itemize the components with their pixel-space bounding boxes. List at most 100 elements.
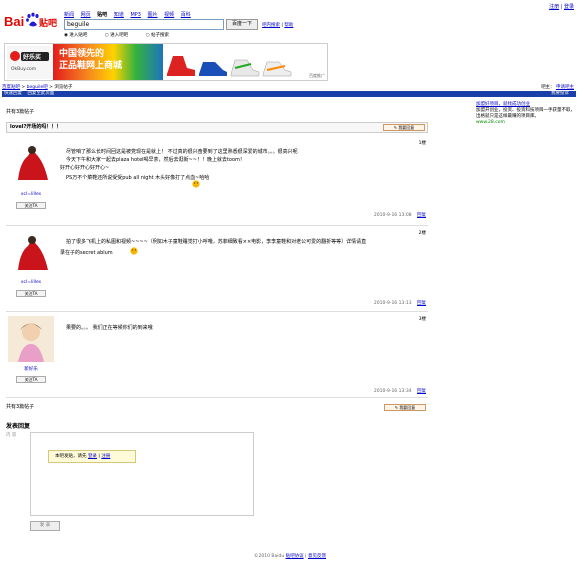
feedback-link[interactable]: 意见反馈	[308, 554, 326, 559]
crumb-page: 浏览帖子	[54, 85, 73, 90]
reply-button-bottom[interactable]: ✎ 我要回复	[384, 404, 426, 411]
floor-number: 1楼	[418, 141, 426, 146]
breadcrumb: 百度贴吧 > beguile吧 > 浏览帖子 吧主： 申请吧主	[2, 85, 574, 90]
post-content: 果要的。。。 我们正在等候你们的到来哦	[66, 324, 416, 332]
apply-owner-link[interactable]: 申请吧主	[556, 85, 574, 90]
login-tip: 本吧发贴，请先 登录 | 注册	[48, 450, 136, 463]
radio-enter-bars[interactable]: ○ 进入吧吧	[105, 33, 136, 38]
ad-headline-line1: 中国领先的	[59, 49, 105, 59]
post-meta: 2010-9-16 13:34 回复	[374, 388, 426, 394]
reply-section-title: 发表回复	[6, 423, 31, 430]
nav-video[interactable]: 视频	[164, 12, 174, 18]
crumb-home[interactable]: 百度贴吧	[2, 85, 20, 90]
nav-tabs: 新闻 网页 贴吧 知道 MP3 图片 视频 百科	[64, 11, 196, 18]
quick-reply-link[interactable]: 快速回复	[4, 91, 22, 96]
radio-label: 帖子搜索	[150, 33, 169, 38]
post-time: 2010-9-16 13:13	[373, 301, 412, 306]
search-mode-radios: ◉ 进入贴吧 ○ 进入吧吧 ○ 帖子搜索	[64, 32, 185, 38]
post-line: 拍了很多飞机上的私图和视频~~~~（例如木子童鞋睡觉打小呼噜，苏菲细致看××电影…	[66, 239, 367, 245]
post-line: 尽管咱了那么长时间回这是被党现在是就上！ 不过真的很兴奋要到了这里熟悉很深爱的城…	[66, 149, 298, 155]
tip-register-link[interactable]: 注册	[101, 454, 110, 459]
search-input[interactable]: beguile	[64, 19, 224, 30]
thread-title-bar: lovel?开场的吗！！！ ✎ 我要回复	[6, 122, 428, 133]
post-time: 2010-9-16 13:08	[373, 213, 412, 218]
complain-link[interactable]: 我要投诉	[551, 91, 569, 97]
smiley-icon	[192, 180, 200, 188]
reply-link[interactable]: 回复	[417, 301, 426, 306]
copyright: ©2010 Baidu	[253, 554, 285, 559]
nav-tieba[interactable]: 贴吧	[97, 12, 107, 18]
svg-text:OkBuy.com: OkBuy.com	[11, 66, 36, 72]
register-link[interactable]: 注册	[549, 4, 559, 10]
post-meta: 2010-9-16 13:08 回复	[374, 212, 426, 218]
username[interactable]: 新好乐	[6, 366, 56, 372]
post: 新好乐 关注TA 3楼 果要的。。。 我们正在等候你们的到来哦 2010-9-1…	[6, 312, 428, 398]
content-label: 内 容	[6, 433, 17, 438]
post-line: PS万不个菜鞋还所说受受pub all night 木头好像打了点血~哈哈	[66, 175, 210, 181]
radio-post-search[interactable]: ○ 帖子搜索	[146, 33, 177, 38]
post-line: 录在子的secret ablum	[60, 250, 113, 256]
help-link[interactable]: 帮助	[284, 23, 293, 28]
avatar[interactable]	[8, 230, 54, 276]
nav-mp3[interactable]: MP3	[130, 12, 141, 18]
floor-number: 3楼	[418, 317, 426, 322]
post-line: 今天下午和大家一起去plaza hotel喝早茶，然后去逛街~~！！晚上就去to…	[66, 157, 245, 163]
bottom-bar: 共有3篇帖子 ✎ 我要回复	[6, 403, 428, 414]
radio-label: 进入吧吧	[110, 33, 129, 38]
bar-owner-label: 吧主：	[541, 85, 555, 90]
baidu-tieba-logo[interactable]: Bai 贴吧	[4, 10, 60, 32]
ad-shoes-image	[167, 56, 292, 77]
reply-link[interactable]: 回复	[417, 213, 426, 218]
reply-button-label: 我要回复	[398, 125, 415, 130]
side-ad[interactable]: 加盟好项目，就找成功创业 加盟开创业，投资、投资科技项目一手获量不取，出格就只是…	[476, 102, 576, 126]
crumb-bar[interactable]: beguile吧	[27, 85, 48, 90]
top-links: 注册 | 登录	[549, 4, 574, 10]
follow-button[interactable]: 关注TA	[16, 376, 46, 383]
post: xcl=lilles 关注TA 2楼 拍了很多飞机上的私图和视频~~~~（例如木…	[6, 226, 428, 312]
tip-separator: |	[98, 454, 100, 459]
terms-link[interactable]: 贴吧协议	[286, 554, 304, 559]
action-bar: 快速回复 回复至此页面 我要投诉	[2, 91, 576, 97]
reply-button-top[interactable]: ✎ 我要回复	[383, 124, 425, 131]
follow-button[interactable]: 关注TA	[16, 202, 46, 209]
post-content: 拍了很多飞机上的私图和视频~~~~（例如木子童鞋睡觉打小呼噜，苏菲细致看××电影…	[60, 238, 416, 257]
radio-label: 进入贴吧	[69, 33, 88, 38]
post: xcl=lilles 关注TA 1楼 尽管咱了那么长时间回这是被党现在是就上！ …	[6, 136, 428, 226]
search-extra: 吧内搜索 | 帮助	[262, 23, 294, 28]
search-button[interactable]: 百度一下	[226, 19, 258, 30]
nav-web[interactable]: 网页	[81, 12, 91, 18]
post-line: 果要的。。。 我们正在等候你们的到来哦	[66, 325, 153, 331]
nav-image[interactable]: 图片	[148, 12, 158, 18]
thread-title: lovel?开场的吗！！！	[10, 124, 62, 130]
username[interactable]: xcl=lilles	[6, 192, 56, 197]
side-ad-body: 加盟开创业，投资、投资科技项目一手获量不取，出格就只是这样最赚的项目库。	[476, 108, 575, 119]
radio-enter-bar[interactable]: ◉ 进入贴吧	[64, 33, 95, 38]
submit-button[interactable]: 发 表	[30, 521, 60, 531]
ad-brand-logo: 好乐买 OkBuy.com	[7, 46, 51, 79]
svg-text:Bai: Bai	[4, 14, 24, 29]
in-bar-search-link[interactable]: 吧内搜索	[262, 23, 280, 28]
nav-zhidao[interactable]: 知道	[114, 12, 124, 18]
follow-button[interactable]: 关注TA	[16, 290, 46, 297]
login-tip-text: 本吧发贴，请先	[55, 454, 87, 459]
smiley-icon	[130, 247, 138, 255]
nav-baike[interactable]: 百科	[181, 12, 191, 18]
avatar[interactable]	[8, 140, 54, 186]
reply-textarea[interactable]	[30, 432, 254, 516]
banner-ad[interactable]: 好乐买 OkBuy.com 中国领先的 正品鞋网上商城 百度推广	[4, 43, 328, 81]
svg-text:好乐买: 好乐买	[22, 53, 41, 61]
post-meta: 2010-9-16 13:13 回复	[374, 300, 426, 306]
avatar[interactable]	[8, 316, 54, 362]
reply-link[interactable]: 回复	[417, 389, 426, 394]
tip-login-link[interactable]: 登录	[88, 454, 97, 459]
reply-here-link[interactable]: 回复至此页面	[27, 91, 54, 96]
nav-news[interactable]: 新闻	[64, 12, 74, 18]
post-content: 尽管咱了那么长时间回这是被党现在是就上！ 不过真的很兴奋要到了这里熟悉很深爱的城…	[60, 148, 416, 182]
username[interactable]: xcl=lilles	[6, 280, 56, 285]
login-link[interactable]: 登录	[564, 4, 574, 10]
post-time: 2010-9-16 13:34	[373, 389, 412, 394]
ad-headline: 中国领先的 正品鞋网上商城	[53, 44, 163, 80]
side-ad-url: www.28.com	[476, 120, 505, 125]
ad-headline-line2: 正品鞋网上商城	[59, 61, 123, 71]
reply-button-label: 我要回复	[399, 405, 416, 410]
